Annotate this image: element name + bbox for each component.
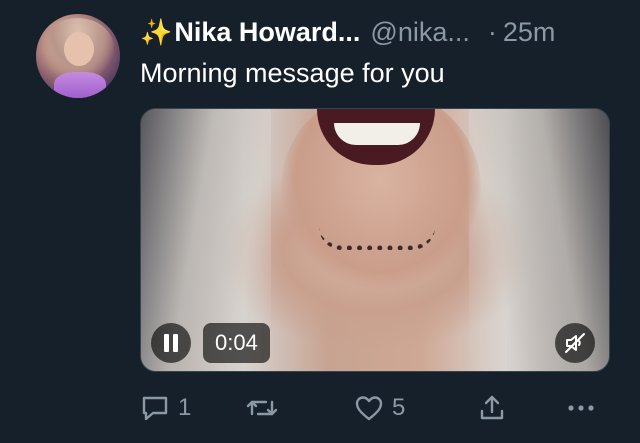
video-player[interactable]: 0:04 xyxy=(140,108,610,372)
share-icon xyxy=(480,395,504,420)
more-icon xyxy=(568,405,594,411)
tweet-text: Morning message for you xyxy=(140,58,445,88)
avatar[interactable] xyxy=(36,14,120,98)
reply-count: 1 xyxy=(178,394,192,421)
more-options-button[interactable] xyxy=(566,388,596,428)
avatar-clothing xyxy=(54,72,106,98)
separator-dot: · xyxy=(487,16,497,47)
muted-speaker-icon xyxy=(565,333,585,353)
heart-icon xyxy=(355,396,383,421)
reply-icon xyxy=(142,396,168,421)
pause-icon xyxy=(164,334,178,352)
timestamp[interactable]: 25m xyxy=(503,17,556,48)
tweet[interactable]: ✨ Nika Howard... @nika... · 25m Morning … xyxy=(0,0,640,443)
tweet-header: ✨ Nika Howard... @nika... · 25m xyxy=(140,14,555,50)
unmute-button[interactable] xyxy=(555,323,595,363)
display-name[interactable]: Nika Howard... xyxy=(174,17,360,48)
video-frame-teeth xyxy=(334,123,420,145)
retweet-button[interactable] xyxy=(246,388,278,428)
pause-button[interactable] xyxy=(151,323,191,363)
sparkles-icon: ✨ xyxy=(140,16,173,47)
like-button[interactable]: 5 xyxy=(354,388,405,428)
share-button[interactable] xyxy=(478,388,506,428)
video-timecode: 0:04 xyxy=(203,323,270,363)
reply-button[interactable]: 1 xyxy=(140,388,191,428)
video-frame-necklace xyxy=(319,227,435,250)
user-handle[interactable]: @nika... xyxy=(370,17,469,48)
retweet-icon xyxy=(246,400,278,416)
avatar-face xyxy=(64,32,94,66)
like-count: 5 xyxy=(392,394,406,421)
tweet-actions: 1 5 xyxy=(140,388,610,428)
